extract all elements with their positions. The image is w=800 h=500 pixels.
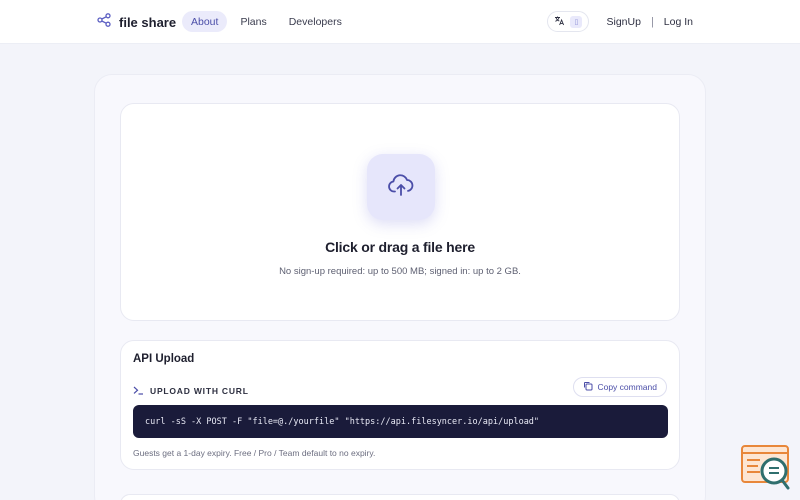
file-dropzone[interactable]: Click or drag a file here No sign-up req… [120,103,680,321]
share-icon [97,13,111,32]
language-indicator: ▯ [570,15,583,28]
terminal-icon [133,382,144,400]
api-upload-title: API Upload [133,353,195,365]
chat-support-icon [740,445,792,496]
curl-command-code[interactable]: curl -sS -X POST -F "file=@./yourfile" "… [133,405,668,438]
dropzone-subtitle: No sign-up required: up to 500 MB; signe… [279,266,521,277]
copy-command-button[interactable]: Copy command [573,377,667,397]
signup-link[interactable]: SignUp [599,16,647,28]
curl-section-header: UPLOAD WITH CURL [133,382,249,400]
main-nav: About Plans Developers [182,11,351,32]
dropzone-title: Click or drag a file here [325,239,475,255]
next-card [120,494,680,500]
curl-section-label: UPLOAD WITH CURL [150,386,249,396]
header-actions: ▯ SignUp | Log In [547,11,700,32]
auth-separator: | [650,15,654,28]
copy-icon [583,381,593,393]
brand-logo-link[interactable]: file share [97,13,176,32]
api-expiry-note: Guests get a 1-day expiry. Free / Pro / … [133,448,376,458]
translate-icon [554,13,565,31]
nav-plans[interactable]: Plans [231,11,275,32]
top-header: file share About Plans Developers ▯ Sign… [0,0,800,44]
chat-widget-button[interactable] [740,444,792,492]
language-toggle[interactable]: ▯ [547,11,590,32]
brand-name: file share [119,15,177,30]
upload-cloud-icon [386,170,416,205]
upload-button[interactable] [367,154,435,220]
nav-developers[interactable]: Developers [280,11,351,32]
login-link[interactable]: Log In [657,16,700,28]
copy-command-label: Copy command [597,382,657,392]
nav-about[interactable]: About [182,11,228,32]
api-upload-card: API Upload UPLOAD WITH CURL Copy command… [120,340,680,470]
